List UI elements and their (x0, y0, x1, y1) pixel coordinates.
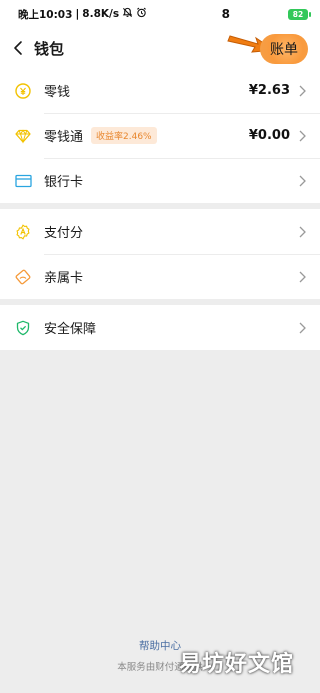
chevron-right-icon (296, 129, 306, 143)
family-card-icon (14, 268, 32, 286)
list-item-lqt[interactable]: 零钱通 收益率2.46% ¥0.00 (0, 113, 320, 158)
chevron-right-icon (296, 270, 306, 284)
status-number: 8 (221, 7, 230, 21)
coin-icon (14, 82, 32, 100)
list-item-family-card[interactable]: 亲属卡 (0, 254, 320, 299)
balance-value: ¥0.00 (248, 128, 290, 143)
row-label: 零钱 (44, 85, 71, 100)
page-title: 钱包 (34, 39, 65, 58)
wallet-group-primary: 零钱 ¥2.63 零钱通 收益率2.46% ¥0.00 银行卡 (0, 68, 320, 203)
bill-button[interactable]: 账单 (260, 34, 308, 64)
bell-off-icon (122, 7, 133, 21)
status-speed: 8.8K/s (82, 8, 120, 20)
chevron-right-icon (296, 321, 306, 335)
wallet-group-security: 安全保障 (0, 305, 320, 350)
battery-icon: 82 (288, 8, 311, 20)
row-label: 零钱通 (44, 130, 84, 145)
status-left: 晚上10:03 | 8.8K/s (18, 7, 147, 22)
status-separator: | (75, 8, 80, 20)
card-icon (14, 172, 32, 190)
diamond-icon (14, 127, 32, 145)
chevron-right-icon (296, 225, 306, 239)
list-item-security[interactable]: 安全保障 (0, 305, 320, 350)
yield-badge: 收益率2.46% (91, 127, 157, 144)
shield-icon (14, 319, 32, 337)
score-icon (14, 223, 32, 241)
row-label: 亲属卡 (44, 271, 84, 286)
chevron-left-icon (14, 41, 22, 55)
alarm-icon (136, 7, 147, 21)
chevron-right-icon (296, 174, 306, 188)
balance-value: ¥2.63 (248, 83, 290, 98)
status-time: 晚上10:03 (18, 8, 73, 21)
list-item-change[interactable]: 零钱 ¥2.63 (0, 68, 320, 113)
list-item-pay-score[interactable]: 支付分 (0, 209, 320, 254)
list-item-bank-card[interactable]: 银行卡 (0, 158, 320, 203)
status-bar: 晚上10:03 | 8.8K/s 8 82 (0, 0, 320, 28)
back-button[interactable] (2, 28, 34, 68)
row-label: 安全保障 (44, 322, 97, 337)
status-right: 8 82 (221, 7, 311, 21)
header: 钱包 账单 (0, 28, 320, 68)
wallet-group-services: 支付分 亲属卡 (0, 209, 320, 299)
row-label: 支付分 (44, 226, 84, 241)
watermark: 易坊好文馆 (178, 652, 294, 677)
row-label: 银行卡 (44, 175, 84, 190)
chevron-right-icon (296, 84, 306, 98)
